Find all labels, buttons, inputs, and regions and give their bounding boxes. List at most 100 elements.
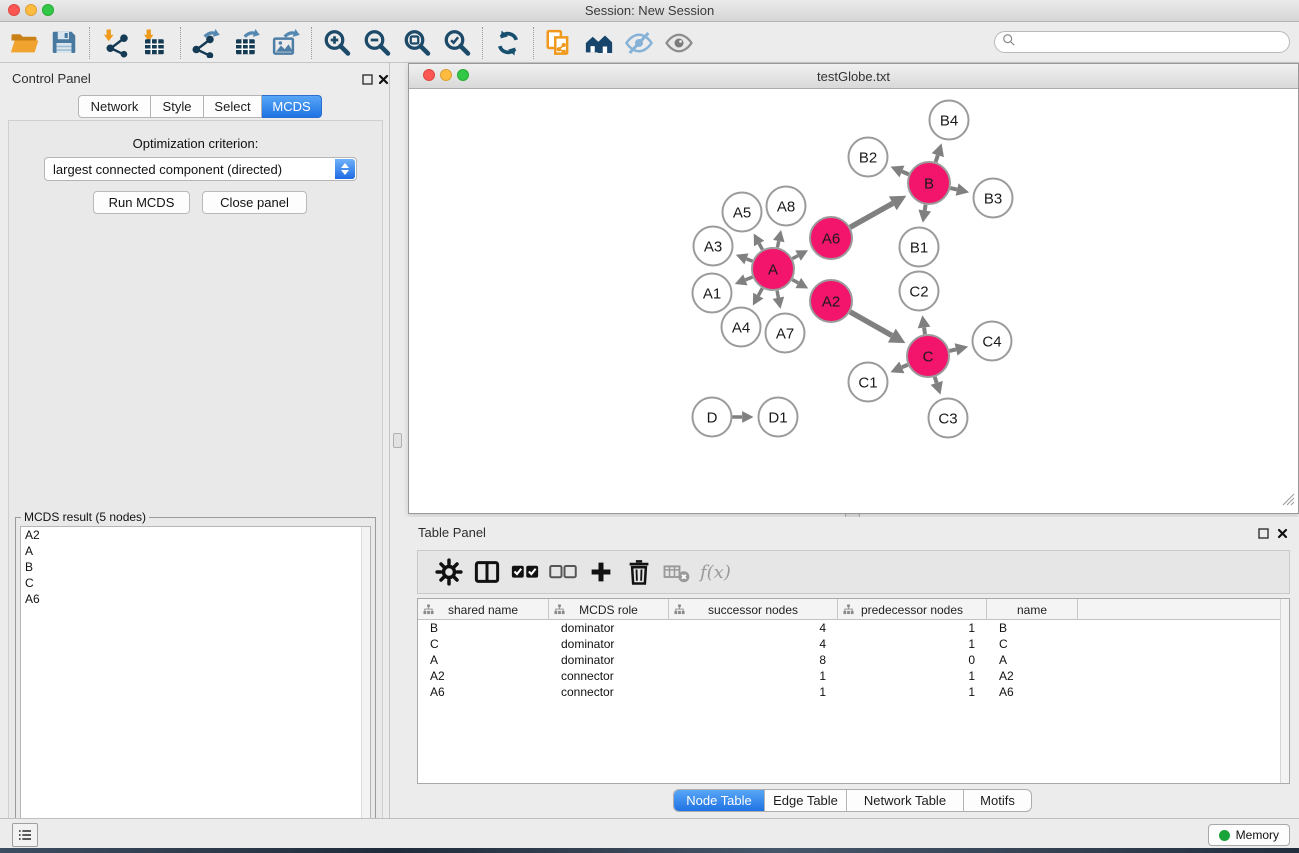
cell-MCDS-role[interactable]: dominator bbox=[549, 636, 669, 652]
cell-name[interactable]: A2 bbox=[987, 668, 1078, 684]
graph-edge-C-C2[interactable] bbox=[924, 328, 925, 335]
graph-edge-C-C3[interactable] bbox=[935, 377, 937, 383]
tab-motifs[interactable]: Motifs bbox=[963, 790, 1031, 811]
float-table-panel-icon[interactable] bbox=[1258, 526, 1271, 539]
zoom-out-icon[interactable] bbox=[357, 26, 397, 60]
export-table-icon[interactable] bbox=[226, 26, 266, 60]
graph-node-A[interactable]: A bbox=[752, 248, 794, 290]
graph-node-D[interactable]: D bbox=[693, 398, 732, 437]
export-network-icon[interactable] bbox=[186, 26, 226, 60]
graph-edge-A2-C[interactable] bbox=[850, 312, 892, 336]
split-columns-icon[interactable] bbox=[468, 554, 506, 590]
cell-predecessor-nodes[interactable]: 1 bbox=[838, 684, 987, 700]
open-file-icon[interactable] bbox=[4, 26, 44, 60]
graph-node-C2[interactable]: C2 bbox=[900, 272, 939, 311]
cell-predecessor-nodes[interactable]: 1 bbox=[838, 668, 987, 684]
cell-shared-name[interactable]: A bbox=[418, 652, 549, 668]
graph-node-A7[interactable]: A7 bbox=[766, 314, 805, 353]
cell-name[interactable]: B bbox=[987, 620, 1078, 636]
search-box[interactable] bbox=[994, 31, 1290, 53]
graph-edge-B-B4[interactable] bbox=[936, 155, 938, 162]
add-icon[interactable] bbox=[582, 554, 620, 590]
table-row[interactable]: A6connector11A6 bbox=[418, 684, 1280, 700]
deselect-all-checks-icon[interactable] bbox=[544, 554, 582, 590]
column-header-name[interactable]: name bbox=[987, 599, 1078, 620]
graph-node-A2[interactable]: A2 bbox=[810, 280, 852, 322]
graph-edge-A-A8[interactable] bbox=[777, 241, 778, 247]
mcds-result-item[interactable]: A2 bbox=[21, 527, 370, 543]
graph-edge-B-B2[interactable] bbox=[902, 171, 909, 174]
graph-node-B1[interactable]: B1 bbox=[900, 228, 939, 267]
graph-node-B3[interactable]: B3 bbox=[974, 179, 1013, 218]
column-header-shared-name[interactable]: shared name bbox=[418, 599, 549, 620]
graph-node-B4[interactable]: B4 bbox=[930, 101, 969, 140]
gear-icon[interactable] bbox=[430, 554, 468, 590]
cell-shared-name[interactable]: A2 bbox=[418, 668, 549, 684]
resize-grip-icon[interactable] bbox=[1282, 493, 1295, 511]
tab-edge-table[interactable]: Edge Table bbox=[764, 790, 846, 811]
tab-network-table[interactable]: Network Table bbox=[846, 790, 963, 811]
graph-edge-C-C1[interactable] bbox=[902, 365, 908, 368]
search-input[interactable] bbox=[1016, 33, 1289, 51]
mcds-result-list[interactable]: A2ABCA6 bbox=[20, 526, 371, 851]
cell-successor-nodes[interactable]: 1 bbox=[669, 684, 838, 700]
table-row[interactable]: A2connector11A2 bbox=[418, 668, 1280, 684]
run-mcds-button[interactable]: Run MCDS bbox=[93, 191, 190, 214]
close-panel-icon[interactable] bbox=[378, 72, 391, 85]
mcds-result-item[interactable]: A6 bbox=[21, 591, 370, 607]
cell-MCDS-role[interactable]: connector bbox=[549, 668, 669, 684]
graph-edge-A-A2[interactable] bbox=[792, 280, 798, 283]
cell-MCDS-role[interactable]: connector bbox=[549, 684, 669, 700]
export-image-icon[interactable] bbox=[266, 26, 306, 60]
graph-edge-A-A3[interactable] bbox=[746, 259, 752, 261]
mcds-result-item[interactable]: C bbox=[21, 575, 370, 591]
zoom-selected-icon[interactable] bbox=[437, 26, 477, 60]
graph-node-C1[interactable]: C1 bbox=[849, 363, 888, 402]
graph-node-C[interactable]: C bbox=[907, 335, 949, 377]
cell-name[interactable]: C bbox=[987, 636, 1078, 652]
graph-node-A5[interactable]: A5 bbox=[723, 193, 762, 232]
cell-successor-nodes[interactable]: 8 bbox=[669, 652, 838, 668]
graph-node-D1[interactable]: D1 bbox=[759, 398, 798, 437]
cell-name[interactable]: A6 bbox=[987, 684, 1078, 700]
tab-select[interactable]: Select bbox=[204, 95, 262, 118]
graph-node-C3[interactable]: C3 bbox=[929, 399, 968, 438]
float-panel-icon[interactable] bbox=[362, 72, 375, 85]
graph-edge-A-A6[interactable] bbox=[792, 256, 798, 259]
cell-shared-name[interactable]: C bbox=[418, 636, 549, 652]
graph-node-A1[interactable]: A1 bbox=[693, 274, 732, 313]
graph-node-A6[interactable]: A6 bbox=[810, 217, 852, 259]
tab-mcds[interactable]: MCDS bbox=[262, 95, 322, 118]
table-row[interactable]: Cdominator41C bbox=[418, 636, 1280, 652]
graph-edge-A-A1[interactable] bbox=[745, 277, 752, 280]
select-all-checks-icon[interactable] bbox=[506, 554, 544, 590]
mcds-result-item[interactable]: B bbox=[21, 559, 370, 575]
first-neighbors-icon[interactable] bbox=[579, 26, 619, 60]
table-row[interactable]: Bdominator41B bbox=[418, 620, 1280, 636]
graph-node-A8[interactable]: A8 bbox=[767, 187, 806, 226]
graph-node-B[interactable]: B bbox=[908, 162, 950, 204]
graph-edge-A-A4[interactable] bbox=[758, 288, 762, 295]
graph-edge-B-B3[interactable] bbox=[950, 188, 957, 190]
criterion-select[interactable]: largest connected component (directed) bbox=[44, 157, 357, 181]
graph-edge-B-B1[interactable] bbox=[925, 205, 926, 211]
zoom-fit-icon[interactable] bbox=[397, 26, 437, 60]
graph-node-C4[interactable]: C4 bbox=[973, 322, 1012, 361]
close-panel-button[interactable]: Close panel bbox=[202, 191, 307, 214]
new-network-from-selection-icon[interactable] bbox=[539, 26, 579, 60]
import-table-icon[interactable] bbox=[135, 26, 175, 60]
tab-network[interactable]: Network bbox=[78, 95, 151, 118]
cell-successor-nodes[interactable]: 1 bbox=[669, 668, 838, 684]
cell-successor-nodes[interactable]: 4 bbox=[669, 620, 838, 636]
graph-edge-C-C4[interactable] bbox=[949, 349, 956, 351]
table-row[interactable]: Adominator80A bbox=[418, 652, 1280, 668]
task-history-button[interactable] bbox=[12, 823, 38, 847]
zoom-in-icon[interactable] bbox=[317, 26, 357, 60]
table-scrollbar[interactable] bbox=[1280, 599, 1289, 783]
graph-edge-A6-B[interactable] bbox=[850, 203, 893, 227]
column-header-MCDS-role[interactable]: MCDS role bbox=[549, 599, 669, 620]
graph-edge-A-A5[interactable] bbox=[759, 243, 762, 249]
tab-node-table[interactable]: Node Table bbox=[674, 790, 764, 811]
cell-MCDS-role[interactable]: dominator bbox=[549, 620, 669, 636]
mcds-result-item[interactable]: A bbox=[21, 543, 370, 559]
